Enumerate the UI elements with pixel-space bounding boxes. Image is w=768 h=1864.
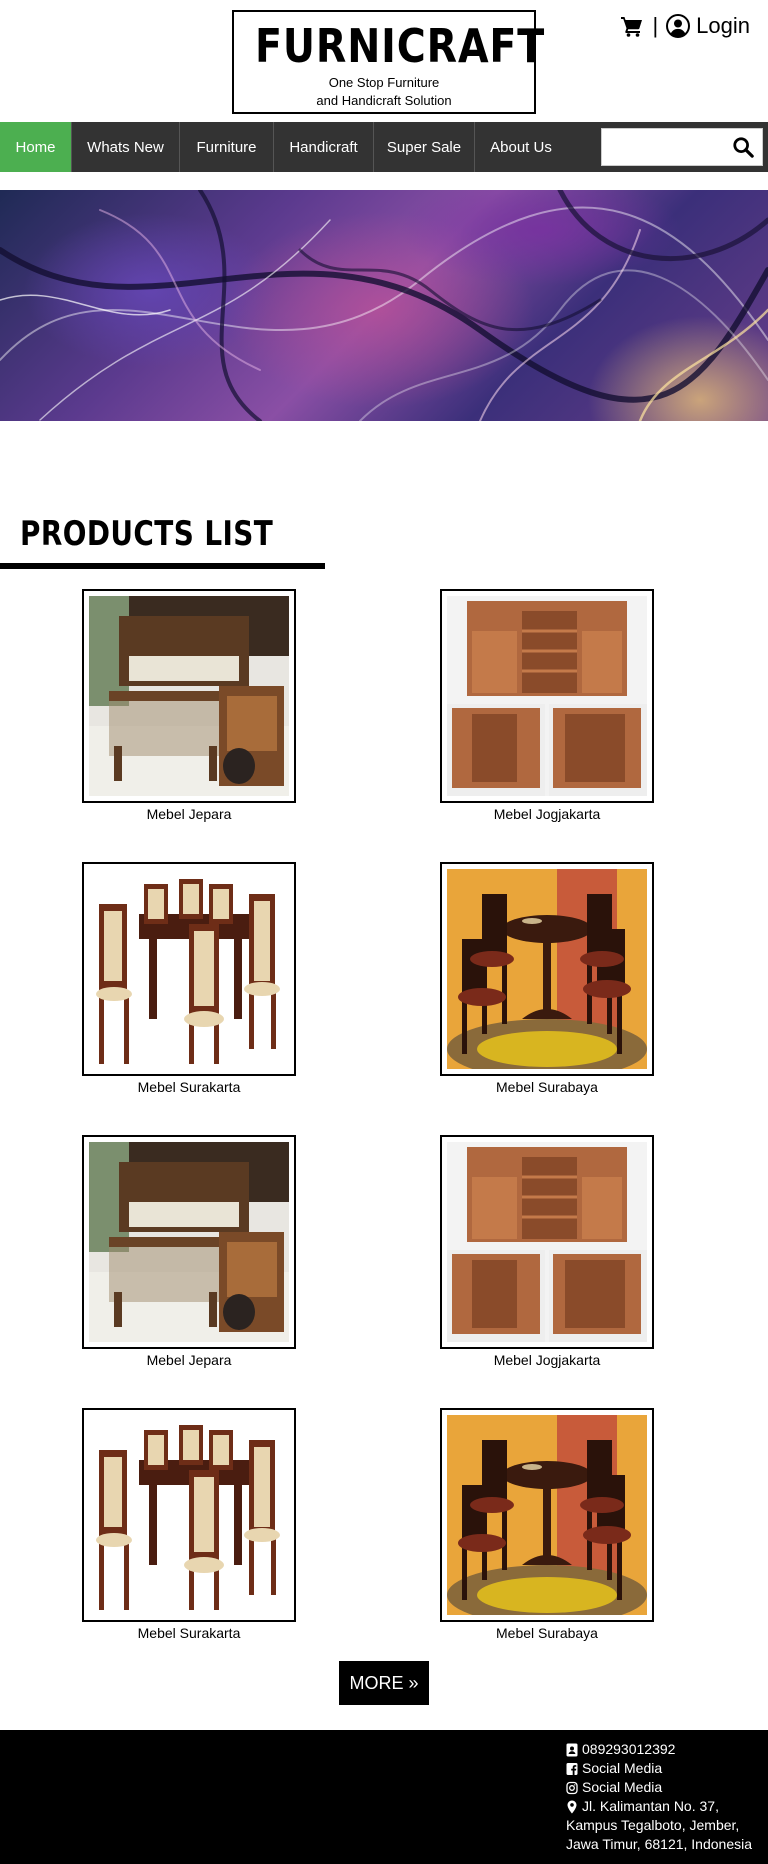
product-card[interactable]: Mebel Jepara (82, 1135, 296, 1370)
facebook-row: Social Media (566, 1759, 752, 1778)
wooden-cabinet-image (447, 596, 647, 796)
search-icon (733, 136, 754, 158)
product-card[interactable]: Mebel Surabaya (440, 1408, 654, 1643)
logo[interactable]: FURNICRAFT One Stop Furniture and Handic… (232, 10, 546, 114)
wooden-sofa-set-image (89, 596, 289, 796)
more-button[interactable]: MORE » (339, 1661, 429, 1705)
address-row: Jl. Kalimantan No. 37, (566, 1797, 752, 1816)
phone-row: 089293012392 (566, 1740, 752, 1759)
nav-item-about-us[interactable]: About Us (475, 122, 567, 172)
wooden-sofa-set-image (89, 1142, 289, 1342)
product-image-frame[interactable] (440, 589, 654, 803)
brand-tagline-line1: One Stop Furniture (328, 75, 440, 90)
product-image-frame[interactable] (82, 589, 296, 803)
wooden-cabinet-image (447, 1142, 647, 1342)
product-name[interactable]: Mebel Surabaya (440, 1077, 654, 1097)
phone-book-icon (566, 1743, 578, 1757)
nav-item-home[interactable]: Home (0, 122, 72, 172)
site-header: FURNICRAFT One Stop Furniture and Handic… (0, 0, 768, 122)
brand-name: FURNICRAFT (255, 19, 546, 73)
instagram-icon (566, 1781, 578, 1795)
product-card[interactable]: Mebel Surabaya (440, 862, 654, 1097)
round-table-chairs-image (447, 1415, 647, 1615)
search-button[interactable] (730, 135, 756, 161)
product-image-frame[interactable] (82, 862, 296, 1076)
hero-banner (0, 190, 768, 421)
section-title: PRODUCTS LIST (20, 514, 274, 554)
product-card[interactable]: Mebel Jogjakarta (440, 1135, 654, 1370)
product-name[interactable]: Mebel Jepara (82, 1350, 296, 1370)
instagram-row: Social Media (566, 1778, 752, 1797)
abstract-banner-image (0, 190, 768, 421)
product-card[interactable]: Mebel Surakarta (82, 1408, 296, 1643)
main-nav: Home Whats New Furniture Handicraft Supe… (0, 122, 768, 172)
product-image-frame[interactable] (440, 1408, 654, 1622)
search-box (601, 128, 763, 166)
product-name[interactable]: Mebel Jepara (82, 804, 296, 824)
phone-number[interactable]: 089293012392 (582, 1740, 675, 1759)
nav-item-furniture[interactable]: Furniture (180, 122, 274, 172)
product-name[interactable]: Mebel Surabaya (440, 1623, 654, 1643)
product-name[interactable]: Mebel Jogjakarta (440, 804, 654, 824)
product-image-frame[interactable] (440, 862, 654, 1076)
address-line1: Jl. Kalimantan No. 37, (582, 1798, 719, 1814)
facebook-link[interactable]: Social Media (582, 1759, 662, 1778)
account-area: | Login (620, 10, 750, 42)
facebook-icon (566, 1763, 578, 1775)
product-name[interactable]: Mebel Surakarta (82, 1623, 296, 1643)
nav-item-super-sale[interactable]: Super Sale (374, 122, 475, 172)
dining-table-chairs-image (89, 869, 289, 1069)
product-name[interactable]: Mebel Surakarta (82, 1077, 296, 1097)
cart-icon[interactable] (620, 14, 644, 38)
brand-tagline-line2: and Handicraft Solution (316, 93, 452, 108)
nav-item-whats-new[interactable]: Whats New (72, 122, 180, 172)
product-image-frame[interactable] (440, 1135, 654, 1349)
product-card[interactable]: Mebel Jepara (82, 589, 296, 824)
address-line2: Kampus Tegalboto, Jember, (566, 1817, 740, 1833)
product-name[interactable]: Mebel Jogjakarta (440, 1350, 654, 1370)
round-table-chairs-image (447, 869, 647, 1069)
topbar-separator: | (652, 13, 659, 38)
product-image-frame[interactable] (82, 1135, 296, 1349)
search-input[interactable] (602, 129, 722, 165)
address-line3: Jawa Timur, 68121, Indonesia (566, 1836, 753, 1852)
site-footer: 089293012392 Social Media Social Media J… (0, 1730, 768, 1864)
section-divider (0, 563, 325, 569)
product-image-frame[interactable] (82, 1408, 296, 1622)
product-card[interactable]: Mebel Jogjakarta (440, 589, 654, 824)
contact-info: 089293012392 Social Media Social Media J… (566, 1740, 752, 1854)
map-marker-icon (567, 1800, 577, 1814)
nav-item-handicraft[interactable]: Handicraft (274, 122, 374, 172)
instagram-link[interactable]: Social Media (582, 1778, 662, 1797)
login-link[interactable]: Login (696, 13, 750, 39)
user-icon[interactable] (666, 14, 691, 38)
dining-table-chairs-image (89, 1415, 289, 1615)
product-card[interactable]: Mebel Surakarta (82, 862, 296, 1097)
